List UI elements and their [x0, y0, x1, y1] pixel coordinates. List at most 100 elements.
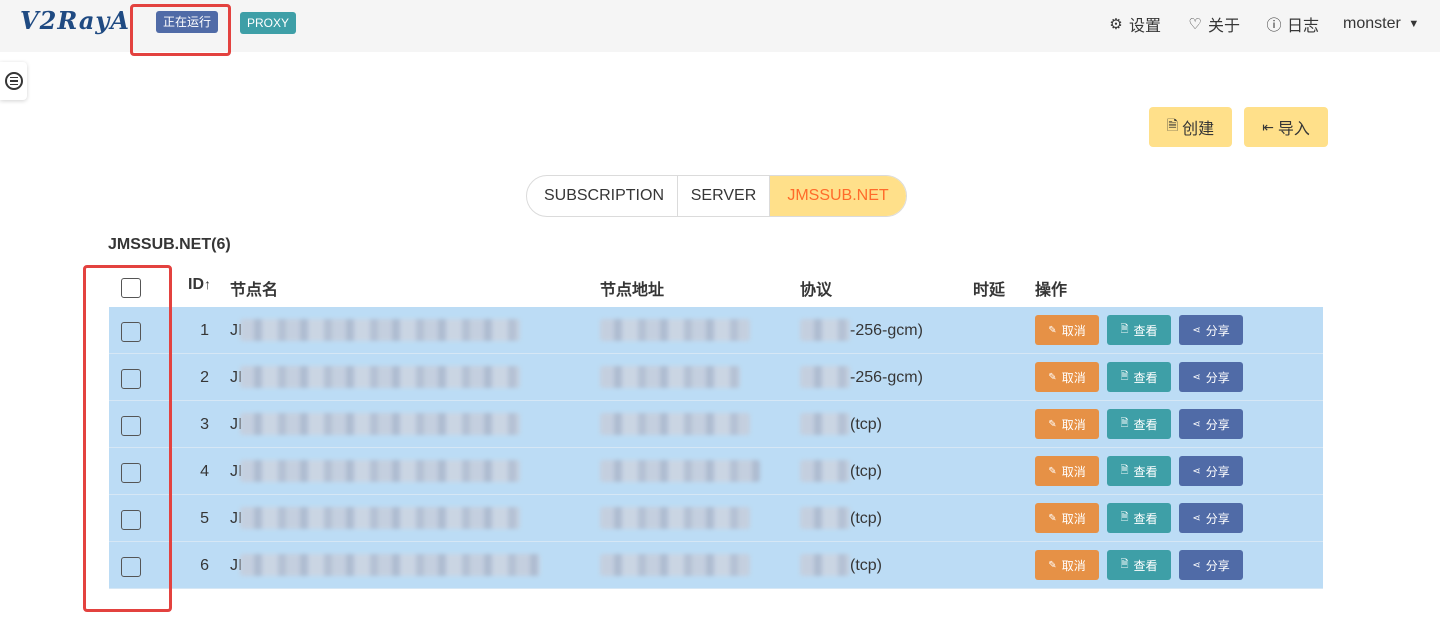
share-button-label: 分享 [1205, 417, 1230, 432]
cell-protocol: -256-gcm) [850, 322, 923, 339]
cell-id: 1 [200, 322, 209, 339]
view-button-label: 查看 [1133, 511, 1158, 526]
import-button-label: 导入 [1277, 121, 1310, 138]
tab-server[interactable]: SERVER [678, 176, 770, 216]
view-icon: 🗎 [1120, 370, 1129, 382]
import-icon: ⇤ [1262, 118, 1274, 135]
share-button-label: 分享 [1205, 464, 1230, 479]
annotation-box-checkboxes [83, 265, 172, 612]
cell-id: 4 [200, 463, 209, 480]
cancel-button-label: 取消 [1061, 417, 1086, 432]
cancel-button[interactable]: ✎ 取消 [1035, 456, 1099, 486]
share-button[interactable]: ⋖ 分享 [1179, 503, 1243, 533]
cancel-button-label: 取消 [1061, 558, 1086, 573]
tab-jmssub[interactable]: JMSSUB.NET [770, 176, 906, 216]
nav-settings-label: 设置 [1129, 18, 1162, 35]
redacted-node-address [600, 460, 760, 482]
share-icon: ⋖ [1192, 418, 1201, 430]
redacted-node-address [600, 507, 750, 529]
share-button[interactable]: ⋖ 分享 [1179, 362, 1243, 392]
cancel-icon: ✎ [1048, 371, 1057, 383]
cancel-button[interactable]: ✎ 取消 [1035, 503, 1099, 533]
view-icon: 🗎 [1120, 511, 1129, 523]
create-button[interactable]: 🗎 创建 [1149, 107, 1232, 147]
cancel-button[interactable]: ✎ 取消 [1035, 315, 1099, 345]
redacted-protocol [800, 460, 850, 482]
share-icon: ⋖ [1192, 324, 1201, 336]
cancel-icon: ✎ [1048, 324, 1057, 336]
redacted-protocol [800, 413, 850, 435]
view-button[interactable]: 🗎 查看 [1107, 315, 1171, 345]
redacted-node-name [240, 554, 540, 576]
share-button[interactable]: ⋖ 分享 [1179, 550, 1243, 580]
table-row[interactable]: 6 JI (tcp) ✎ 取消 🗎 查看 ⋖ 分享 [109, 542, 1323, 589]
view-button[interactable]: 🗎 查看 [1107, 503, 1171, 533]
column-header-name: 节点名 [230, 282, 279, 299]
heart-icon: ♡ [1188, 16, 1202, 33]
column-header-actions: 操作 [1035, 282, 1068, 299]
table-row[interactable]: 1 JI -256-gcm) ✎ 取消 🗎 查看 ⋖ 分享 [109, 307, 1323, 354]
cell-id: 5 [200, 510, 209, 527]
user-menu[interactable]: monster ▼ [1343, 0, 1423, 48]
user-name: monster [1343, 15, 1401, 32]
page-scrollbar[interactable] [1440, 0, 1452, 630]
import-button[interactable]: ⇤ 导入 [1244, 107, 1328, 147]
cancel-icon: ✎ [1048, 465, 1057, 477]
view-button-label: 查看 [1133, 323, 1158, 338]
mode-badge: PROXY [240, 12, 297, 34]
create-button-label: 创建 [1182, 121, 1215, 138]
cell-id: 2 [200, 369, 209, 386]
share-icon: ⋖ [1192, 512, 1201, 524]
cancel-button-label: 取消 [1061, 370, 1086, 385]
nav-log[interactable]: ⓘ 日志 [1265, 0, 1319, 48]
server-table-body: 1 JI -256-gcm) ✎ 取消 🗎 查看 ⋖ 分享 2 JI -256-gcm) ✎ 取消 🗎 查看 ⋖… [109, 307, 1323, 589]
view-button[interactable]: 🗎 查看 [1107, 456, 1171, 486]
redacted-node-address [600, 319, 750, 341]
table-row[interactable]: 4 JI (tcp) ✎ 取消 🗎 查看 ⋖ 分享 [109, 448, 1323, 495]
redacted-protocol [800, 319, 850, 341]
cancel-button[interactable]: ✎ 取消 [1035, 362, 1099, 392]
cell-protocol: (tcp) [850, 557, 882, 574]
share-icon: ⋖ [1192, 371, 1201, 383]
caret-down-icon: ▼ [1408, 18, 1420, 30]
table-row[interactable]: 5 JI (tcp) ✎ 取消 🗎 查看 ⋖ 分享 [109, 495, 1323, 542]
app-logo[interactable]: V2RayA [20, 6, 130, 35]
table-row[interactable]: 3 JI (tcp) ✎ 取消 🗎 查看 ⋖ 分享 [109, 401, 1323, 448]
list-icon [4, 72, 23, 90]
group-title: JMSSUB.NET(6) [108, 236, 231, 253]
sidebar-toggle[interactable] [0, 62, 27, 100]
view-button-label: 查看 [1133, 417, 1158, 432]
table-row[interactable]: 2 JI -256-gcm) ✎ 取消 🗎 查看 ⋖ 分享 [109, 354, 1323, 401]
cancel-button-label: 取消 [1061, 323, 1086, 338]
column-header-id[interactable]: ID↑ [188, 276, 211, 298]
nav-settings[interactable]: ⚙ 设置 [1107, 0, 1161, 48]
tab-bar: SUBSCRIPTION SERVER JMSSUB.NET [526, 175, 907, 217]
share-button[interactable]: ⋖ 分享 [1179, 315, 1243, 345]
info-icon: ⓘ [1266, 16, 1282, 34]
tab-subscription[interactable]: SUBSCRIPTION [527, 176, 678, 216]
redacted-node-name [240, 460, 520, 482]
share-button[interactable]: ⋖ 分享 [1179, 456, 1243, 486]
share-button[interactable]: ⋖ 分享 [1179, 409, 1243, 439]
redacted-node-address [600, 413, 750, 435]
view-button-label: 查看 [1133, 558, 1158, 573]
share-button-label: 分享 [1205, 370, 1230, 385]
redacted-protocol [800, 554, 850, 576]
annotation-box-status [130, 4, 231, 56]
view-button[interactable]: 🗎 查看 [1107, 550, 1171, 580]
view-icon: 🗎 [1120, 417, 1129, 429]
cell-id: 3 [200, 416, 209, 433]
cancel-button[interactable]: ✎ 取消 [1035, 550, 1099, 580]
redacted-node-name [240, 319, 520, 341]
nav-about[interactable]: ♡ 关于 [1186, 0, 1240, 48]
view-button[interactable]: 🗎 查看 [1107, 409, 1171, 439]
cancel-icon: ✎ [1048, 418, 1057, 430]
cell-protocol: (tcp) [850, 416, 882, 433]
cancel-button[interactable]: ✎ 取消 [1035, 409, 1099, 439]
column-header-delay: 时延 [973, 282, 1006, 299]
cell-id: 6 [200, 557, 209, 574]
share-icon: ⋖ [1192, 559, 1201, 571]
view-button[interactable]: 🗎 查看 [1107, 362, 1171, 392]
view-icon: 🗎 [1120, 464, 1129, 476]
cancel-icon: ✎ [1048, 512, 1057, 524]
